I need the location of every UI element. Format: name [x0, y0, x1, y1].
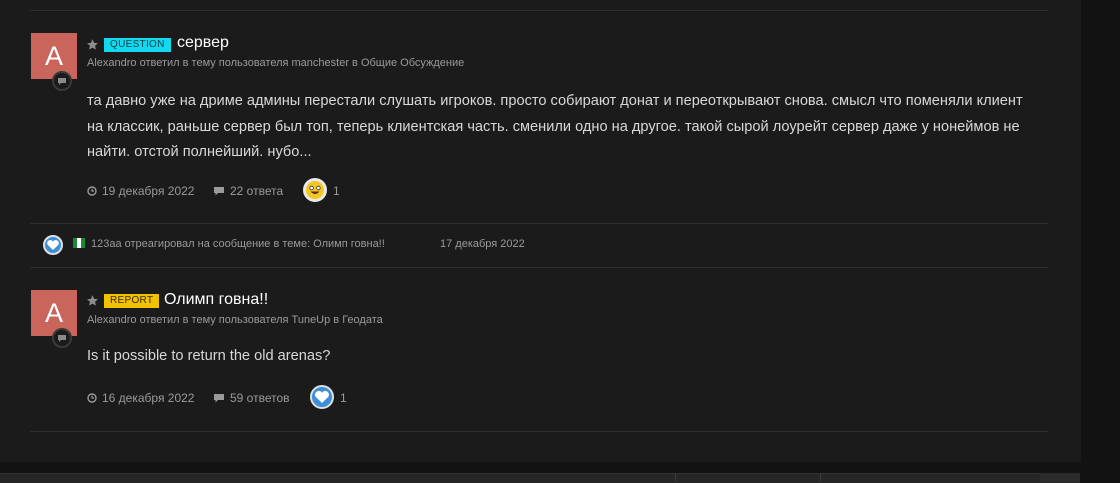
like-heart-icon[interactable] — [310, 385, 334, 409]
post-date: 19 декабря 2022 — [87, 184, 194, 198]
reaction-count: 1 — [340, 391, 347, 405]
post-meta: Alexandro ответил в тему пользователя Tu… — [87, 314, 383, 326]
clock-icon — [87, 393, 97, 403]
avatar[interactable]: A — [31, 290, 77, 336]
reaction-count: 1 — [333, 184, 340, 198]
comment-icon — [214, 187, 224, 196]
avatar[interactable]: A — [31, 33, 77, 79]
footer-divider — [675, 473, 676, 482]
comment-badge-icon — [52, 71, 72, 91]
star-icon — [87, 295, 98, 306]
post-date: 16 декабря 2022 — [87, 391, 194, 405]
post-title[interactable]: сервер — [177, 34, 229, 52]
footer-divider — [820, 473, 821, 482]
reply-count[interactable]: 22 ответа — [213, 184, 283, 198]
post-meta: Alexandro ответил в тему пользователя ma… — [87, 57, 465, 69]
flag-icon — [73, 238, 85, 248]
footer-button[interactable] — [1040, 473, 1080, 482]
activity-feed-panel: A QUESTION сервер Alexandro ответил в те… — [0, 0, 1081, 462]
divider — [30, 10, 1048, 11]
clock-icon — [87, 186, 97, 196]
haha-emoji-icon[interactable] — [303, 178, 327, 202]
divider — [30, 223, 1048, 224]
divider — [30, 431, 1048, 432]
activity-text[interactable]: 123aa отреагировал на сообщение в теме: … — [91, 238, 385, 250]
post-excerpt: та давно уже на дриме админы перестали с… — [87, 93, 1023, 160]
reply-count[interactable]: 59 ответов — [213, 391, 290, 405]
post-title[interactable]: Олимп говна!! — [164, 291, 268, 309]
comment-icon — [214, 394, 224, 403]
comment-badge-icon — [52, 328, 72, 348]
activity-date: 17 декабря 2022 — [440, 238, 525, 250]
report-tag[interactable]: REPORT — [104, 294, 160, 308]
like-heart-icon — [43, 235, 63, 255]
star-icon — [87, 39, 98, 50]
post-excerpt: Is it possible to return the old arenas? — [87, 348, 331, 364]
question-tag[interactable]: QUESTION — [104, 38, 171, 52]
divider — [30, 267, 1048, 268]
